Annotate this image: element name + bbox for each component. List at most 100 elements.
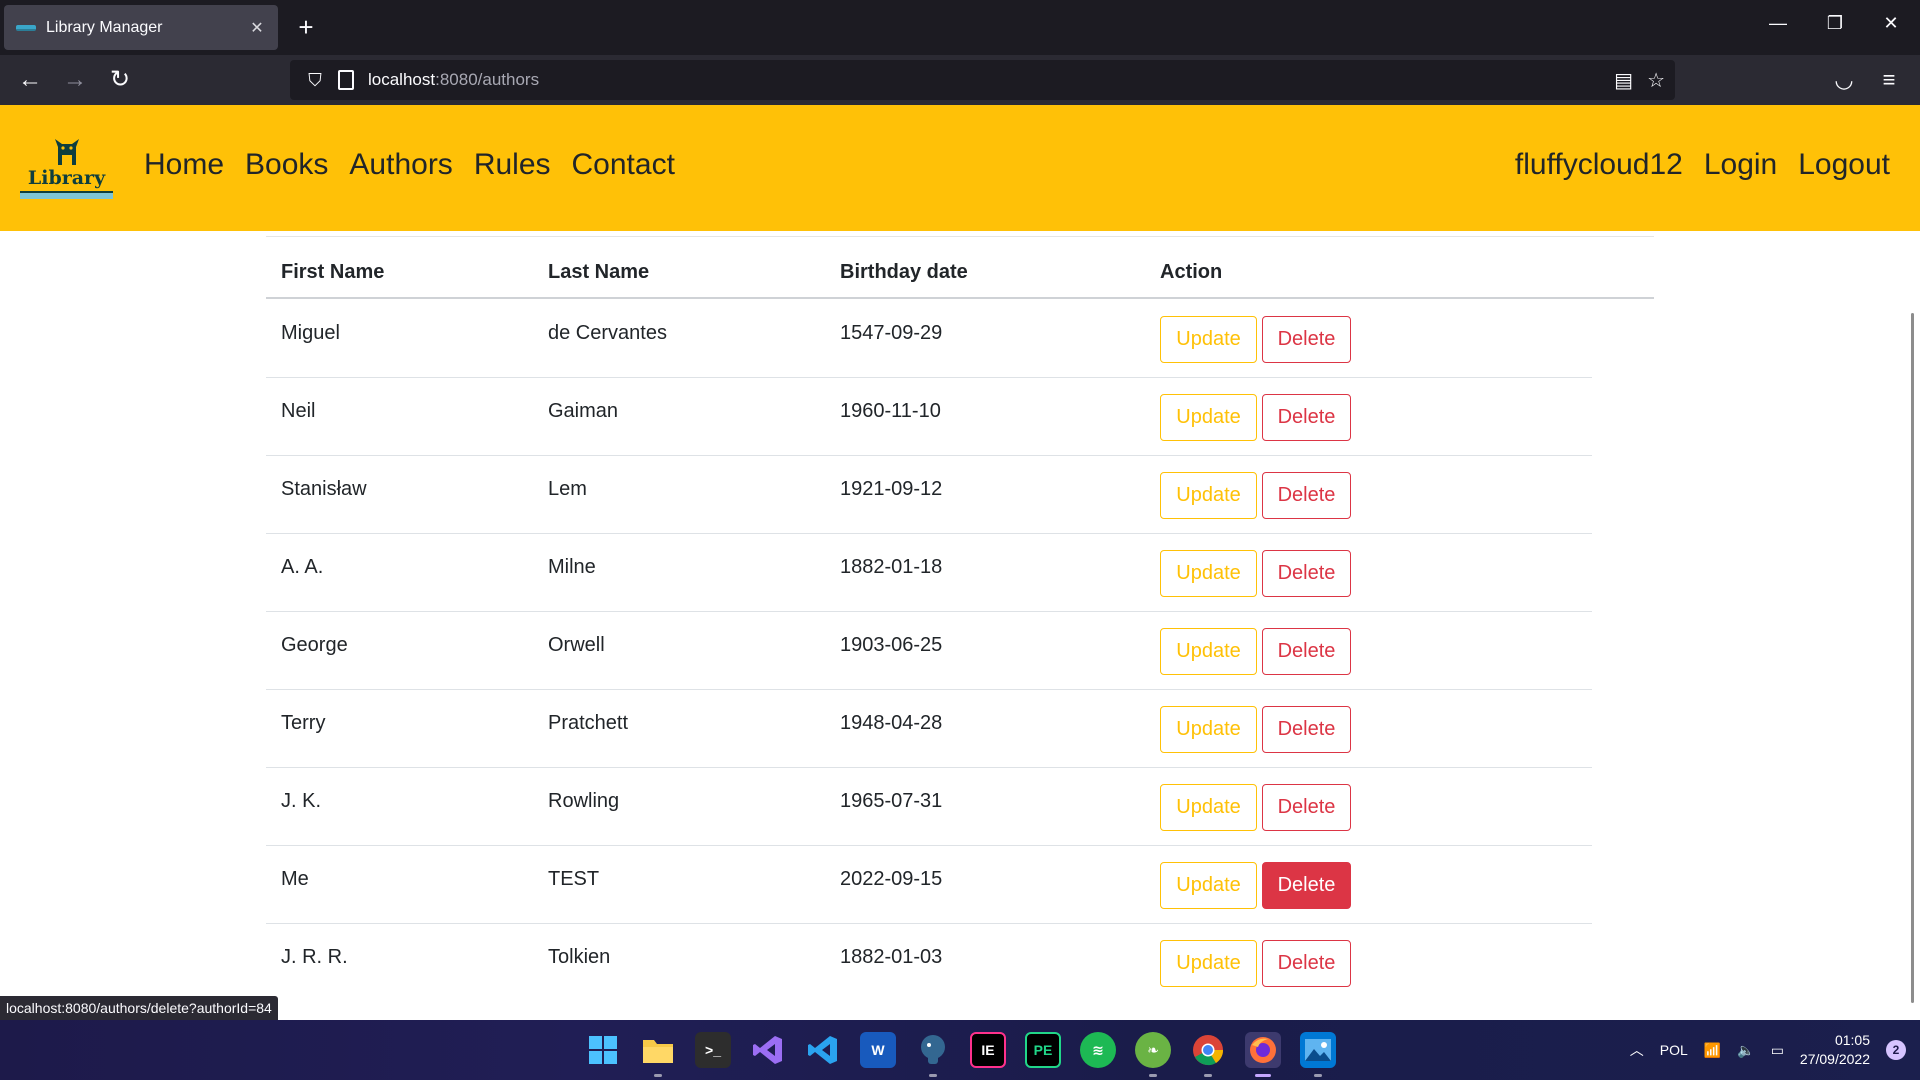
chrome-icon[interactable] xyxy=(1190,1032,1226,1077)
minimize-icon[interactable]: — xyxy=(1763,13,1793,34)
terminal-icon[interactable]: >_ xyxy=(695,1032,731,1068)
file-explorer-icon[interactable] xyxy=(640,1032,676,1077)
bookmark-star-icon[interactable]: ☆ xyxy=(1647,68,1665,93)
language-indicator[interactable]: POL xyxy=(1660,1042,1688,1058)
table-row: A. A. Milne 1882-01-18 Update Delete xyxy=(266,534,1592,612)
word-icon[interactable]: W xyxy=(860,1032,896,1068)
battery-icon[interactable]: ▭ xyxy=(1771,1042,1784,1059)
cell-first-name: A. A. xyxy=(281,556,324,578)
nav-rules[interactable]: Rules xyxy=(474,145,551,185)
shield-icon[interactable]: ⛉ xyxy=(304,69,326,91)
close-window-icon[interactable]: ✕ xyxy=(1876,13,1906,34)
library-logo[interactable]: Library xyxy=(20,137,113,199)
header-first-name: First Name xyxy=(281,261,385,283)
nav-home[interactable]: Home xyxy=(144,145,224,185)
cell-birthday: 1882-01-18 xyxy=(840,556,943,578)
visual-studio-icon[interactable] xyxy=(750,1032,786,1068)
table-row: Stanisław Lem 1921-09-12 Update Delete xyxy=(266,456,1592,534)
delete-button[interactable]: Delete xyxy=(1262,940,1351,987)
cell-last-name: Milne xyxy=(548,556,596,578)
table-row: Miguel de Cervantes 1547-09-29 Update De… xyxy=(266,300,1592,378)
menu-icon[interactable]: ≡ xyxy=(1874,67,1904,93)
site-header: Library Home Books Authors Rules Contact… xyxy=(0,105,1920,231)
cell-first-name: Stanisław xyxy=(281,478,367,500)
address-bar[interactable]: ⛉ localhost:8080/authors ▤ ☆ xyxy=(290,60,1675,100)
page-scrollbar[interactable] xyxy=(1911,313,1914,1003)
reader-view-icon[interactable]: ▤ xyxy=(1614,68,1633,93)
cell-birthday: 1547-09-29 xyxy=(840,322,943,344)
intellij-icon[interactable]: IE xyxy=(970,1032,1006,1068)
cell-last-name: Rowling xyxy=(548,790,620,812)
cell-birthday: 1965-07-31 xyxy=(840,790,943,812)
page-info-icon[interactable] xyxy=(338,70,354,90)
browser-tab-bar: Library Manager ✕ + — ❐ ✕ xyxy=(0,0,1920,55)
back-icon[interactable]: ← xyxy=(15,67,45,95)
spring-tool-icon[interactable]: ❧ xyxy=(1135,1032,1171,1077)
update-button[interactable]: Update xyxy=(1160,394,1257,441)
delete-button[interactable]: Delete xyxy=(1262,628,1351,675)
browser-tab[interactable]: Library Manager ✕ xyxy=(4,5,278,50)
nav-books[interactable]: Books xyxy=(245,145,328,185)
link-status-bar: localhost:8080/authors/delete?authorId=8… xyxy=(0,996,278,1020)
delete-button[interactable]: Delete xyxy=(1262,550,1351,597)
cell-birthday: 1921-09-12 xyxy=(840,478,943,500)
cat-icon xyxy=(55,139,79,165)
update-button[interactable]: Update xyxy=(1160,628,1257,675)
delete-button[interactable]: Delete xyxy=(1262,784,1351,831)
cell-first-name: Neil xyxy=(281,400,316,422)
nav-authors[interactable]: Authors xyxy=(349,145,452,185)
spotify-icon[interactable]: ≋ xyxy=(1080,1032,1116,1068)
update-button[interactable]: Update xyxy=(1160,784,1257,831)
logo-text: Library xyxy=(27,167,106,189)
notification-badge[interactable]: 2 xyxy=(1886,1040,1906,1060)
cell-first-name: George xyxy=(281,634,348,656)
new-tab-button[interactable]: + xyxy=(292,13,320,41)
delete-button[interactable]: Delete xyxy=(1262,706,1351,753)
table-row: J. R. R. Tolkien 1882-01-03 Update Delet… xyxy=(266,924,1592,1002)
cell-last-name: Gaiman xyxy=(548,400,619,422)
update-button[interactable]: Update xyxy=(1160,550,1257,597)
photos-icon[interactable] xyxy=(1300,1032,1336,1077)
reload-icon[interactable]: ↻ xyxy=(105,67,135,95)
table-header: First Name Last Name Birthday date Actio… xyxy=(266,237,1654,299)
delete-button[interactable]: Delete xyxy=(1262,472,1351,519)
delete-button[interactable]: Delete xyxy=(1262,316,1351,363)
clock-time: 01:05 xyxy=(1834,1032,1870,1048)
update-button[interactable]: Update xyxy=(1160,862,1257,909)
update-button[interactable]: Update xyxy=(1160,316,1257,363)
main-nav: Home Books Authors Rules Contact xyxy=(144,145,675,185)
logo-stripe xyxy=(20,191,113,199)
close-tab-icon[interactable]: ✕ xyxy=(246,18,268,38)
cell-last-name: TEST xyxy=(548,868,600,890)
delete-button[interactable]: Delete xyxy=(1262,394,1351,441)
cell-last-name: Pratchett xyxy=(548,712,629,734)
header-birthday: Birthday date xyxy=(840,261,968,283)
postgresql-icon[interactable] xyxy=(915,1032,951,1077)
url-text[interactable]: localhost:8080/authors xyxy=(368,70,539,90)
update-button[interactable]: Update xyxy=(1160,706,1257,753)
update-button[interactable]: Update xyxy=(1160,940,1257,987)
clock[interactable]: 01:05 27/09/2022 xyxy=(1800,1031,1870,1069)
volume-icon[interactable]: 🔈 xyxy=(1737,1042,1754,1059)
taskbar: >_ W IE PE ≋ ❧ ︿ POL 📶 🔈 ▭ 01:05 27/09/2… xyxy=(0,1020,1920,1080)
windows-start-icon[interactable] xyxy=(585,1032,621,1068)
nav-username[interactable]: fluffycloud12 xyxy=(1515,145,1683,185)
delete-button-hovered[interactable]: Delete xyxy=(1262,862,1351,909)
restore-icon[interactable]: ❐ xyxy=(1820,13,1850,34)
user-nav: fluffycloud12 Login Logout xyxy=(1515,145,1890,185)
pycharm-icon[interactable]: PE xyxy=(1025,1032,1061,1068)
nav-login[interactable]: Login xyxy=(1704,145,1777,185)
nav-contact[interactable]: Contact xyxy=(572,145,675,185)
vscode-icon[interactable] xyxy=(805,1032,841,1068)
pocket-icon[interactable]: ◡ xyxy=(1829,67,1859,93)
show-hidden-icons-icon[interactable]: ︿ xyxy=(1630,1040,1644,1060)
update-button[interactable]: Update xyxy=(1160,472,1257,519)
authors-table: First Name Last Name Birthday date Actio… xyxy=(0,231,1920,1020)
table-row: Neil Gaiman 1960-11-10 Update Delete xyxy=(266,378,1592,456)
table-row: J. K. Rowling 1965-07-31 Update Delete xyxy=(266,768,1592,846)
cell-birthday: 1882-01-03 xyxy=(840,946,943,968)
forward-icon[interactable]: → xyxy=(60,67,90,95)
nav-logout[interactable]: Logout xyxy=(1798,145,1890,185)
firefox-icon[interactable] xyxy=(1245,1032,1281,1077)
wifi-icon[interactable]: 📶 xyxy=(1704,1042,1721,1059)
